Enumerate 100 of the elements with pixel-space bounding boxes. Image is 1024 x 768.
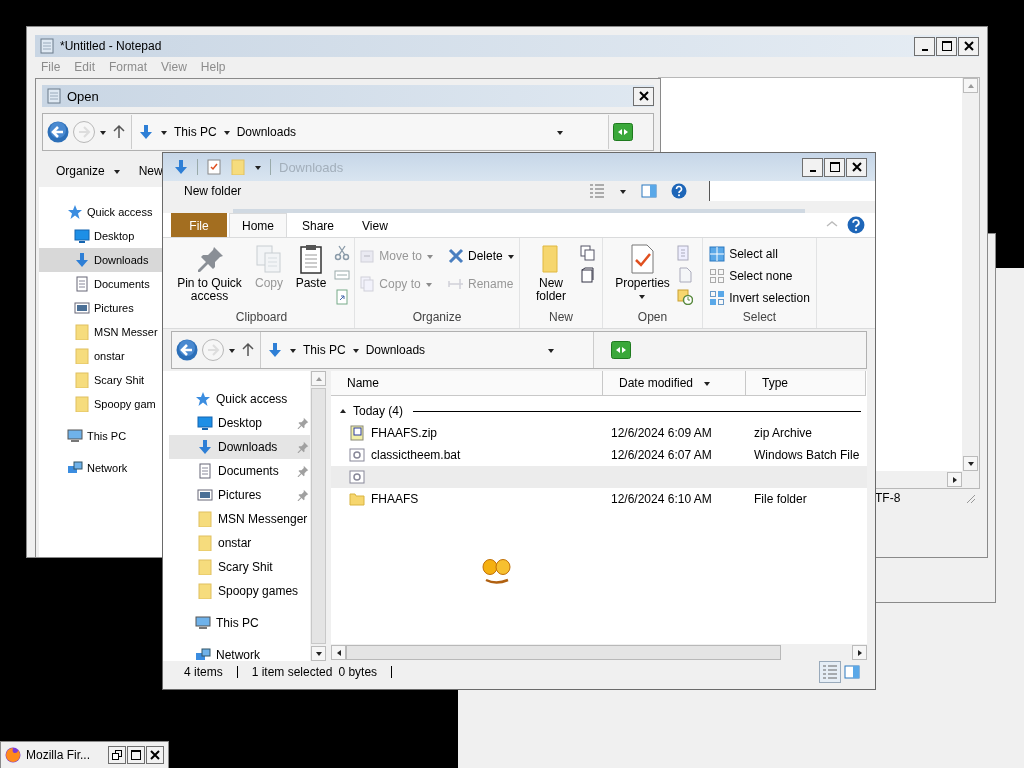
scroll-up-button[interactable] bbox=[963, 78, 978, 93]
breadcrumb-item[interactable]: This PC bbox=[174, 125, 217, 139]
breadcrumb-item[interactable]: Downloads bbox=[365, 343, 426, 357]
scroll-right-button[interactable] bbox=[852, 645, 867, 660]
scrollbar[interactable] bbox=[310, 371, 327, 661]
toolbar-button[interactable]: New folder bbox=[184, 184, 589, 198]
ribbon-button[interactable]: Paste bbox=[292, 241, 330, 292]
ribbon-icon-button[interactable] bbox=[676, 289, 693, 305]
close-button[interactable] bbox=[146, 746, 164, 764]
grid-icon bbox=[709, 246, 726, 262]
column-header[interactable]: Name bbox=[331, 371, 603, 396]
scroll-left-button[interactable] bbox=[331, 645, 346, 660]
nav-item[interactable]: onstar bbox=[39, 344, 162, 368]
close-button[interactable] bbox=[958, 36, 979, 56]
nav-item[interactable]: Downloads bbox=[39, 248, 162, 272]
refresh-button[interactable] bbox=[613, 123, 633, 141]
file-row[interactable]: FHAAFS.zip 12/6/2024 6:09 AM zip Archive bbox=[331, 422, 867, 444]
ribbon-icon-button[interactable] bbox=[580, 245, 596, 261]
ribbon-button[interactable]: Select none bbox=[707, 265, 812, 287]
grid-icon bbox=[709, 290, 726, 306]
star-icon bbox=[195, 391, 211, 407]
shortcut-icon bbox=[334, 289, 350, 305]
folder-icon bbox=[349, 491, 365, 507]
table-cell: classictheem.bat bbox=[371, 448, 461, 462]
file-row[interactable]: FHAAFS 12/6/2024 6:10 AM File folder bbox=[331, 488, 867, 510]
column-header[interactable]: Type bbox=[746, 371, 866, 396]
ribbon-tab[interactable]: File bbox=[171, 213, 227, 237]
restore-button[interactable] bbox=[108, 746, 126, 764]
nav-item[interactable]: Quick access bbox=[169, 387, 310, 411]
close-button[interactable] bbox=[633, 86, 654, 106]
scrollbar[interactable] bbox=[331, 644, 867, 661]
scrollbar-thumb[interactable] bbox=[311, 388, 326, 644]
delete-icon bbox=[448, 248, 464, 264]
group-header[interactable]: Today (4) bbox=[339, 400, 861, 422]
file-row[interactable]: classictheem.bat 12/6/2024 6:07 AM Windows Batch File bbox=[331, 444, 867, 466]
toolbar-button[interactable]: Organize bbox=[56, 164, 121, 178]
scrollbar[interactable] bbox=[962, 78, 979, 471]
nav-item[interactable]: MSN Messer bbox=[39, 320, 162, 344]
close-button[interactable] bbox=[846, 157, 867, 177]
address-field[interactable]: This PC Downloads bbox=[131, 115, 609, 149]
nav-item[interactable]: Scary Shit bbox=[169, 555, 310, 579]
close-icon bbox=[638, 91, 649, 101]
up-button[interactable] bbox=[111, 124, 127, 140]
ribbon-button[interactable]: Invert selection bbox=[707, 287, 812, 309]
monitor-icon bbox=[197, 415, 213, 431]
ribbon-icon-button[interactable] bbox=[334, 245, 350, 261]
minimize-button[interactable] bbox=[802, 157, 823, 177]
nav-item[interactable]: Pictures bbox=[169, 483, 310, 507]
up-button[interactable] bbox=[240, 342, 256, 358]
breadcrumb-item[interactable]: Downloads bbox=[236, 125, 297, 139]
close-icon bbox=[963, 41, 974, 51]
scrollbar-thumb[interactable] bbox=[346, 645, 781, 660]
nav-item[interactable]: onstar bbox=[169, 531, 310, 555]
nav-item[interactable]: Spoopy games bbox=[169, 579, 310, 603]
nav-item[interactable]: Downloads bbox=[169, 435, 310, 459]
minimize-button[interactable] bbox=[914, 36, 935, 56]
nav-item[interactable]: Documents bbox=[169, 459, 310, 483]
scroll-down-button[interactable] bbox=[963, 456, 978, 471]
scissors-icon bbox=[334, 245, 350, 261]
ribbon-button[interactable]: Pin to Quick access bbox=[173, 241, 246, 305]
ribbon-icon-button[interactable] bbox=[580, 267, 596, 283]
column-header[interactable]: Date modified bbox=[603, 371, 746, 396]
nav-item[interactable]: Quick access bbox=[39, 200, 162, 224]
nav-item[interactable]: Network bbox=[169, 643, 310, 661]
nav-item[interactable]: Pictures bbox=[39, 296, 162, 320]
scroll-up-button[interactable] bbox=[311, 371, 326, 386]
nav-item[interactable]: Network bbox=[39, 456, 162, 480]
ribbon-tab[interactable]: Share bbox=[289, 213, 348, 237]
address-field[interactable]: This PC Downloads bbox=[260, 332, 594, 368]
browser-icon bbox=[5, 747, 21, 763]
ribbon-tab[interactable]: Home bbox=[229, 213, 287, 237]
ribbon-button[interactable]: New folder bbox=[526, 241, 576, 305]
back-button[interactable] bbox=[47, 121, 69, 143]
maximize-button[interactable] bbox=[936, 36, 957, 56]
refresh-button[interactable] bbox=[611, 341, 631, 359]
ribbon-button[interactable]: Select all bbox=[707, 243, 812, 265]
right-triangle-icon bbox=[855, 648, 864, 657]
refresh-icon bbox=[611, 341, 631, 359]
nav-item[interactable]: Desktop bbox=[39, 224, 162, 248]
nav-item[interactable]: Scary Shit bbox=[39, 368, 162, 392]
nav-item[interactable]: Spoopy gam bbox=[39, 392, 162, 416]
ribbon-tab[interactable]: View bbox=[349, 213, 401, 237]
nav-item[interactable]: MSN Messenger bbox=[169, 507, 310, 531]
resize-grip-icon[interactable] bbox=[964, 492, 976, 504]
maximize-button[interactable] bbox=[127, 746, 145, 764]
nav-item[interactable]: Desktop bbox=[169, 411, 310, 435]
ribbon-button[interactable]: Delete bbox=[446, 245, 517, 267]
minimize-icon bbox=[921, 49, 928, 51]
back-button[interactable] bbox=[176, 339, 198, 361]
nav-item[interactable]: Documents bbox=[39, 272, 162, 296]
caret-icon bbox=[289, 346, 297, 354]
scroll-down-button[interactable] bbox=[311, 646, 326, 661]
breadcrumb-item[interactable]: This PC bbox=[303, 343, 346, 357]
toolbar-button[interactable]: New bbox=[138, 164, 163, 178]
nav-item[interactable]: This PC bbox=[169, 611, 310, 635]
scroll-right-button[interactable] bbox=[947, 472, 962, 487]
maximize-button[interactable] bbox=[824, 157, 845, 177]
pane-icon bbox=[641, 183, 657, 199]
ribbon-button[interactable]: Properties bbox=[612, 241, 673, 302]
nav-item[interactable]: This PC bbox=[39, 424, 162, 448]
